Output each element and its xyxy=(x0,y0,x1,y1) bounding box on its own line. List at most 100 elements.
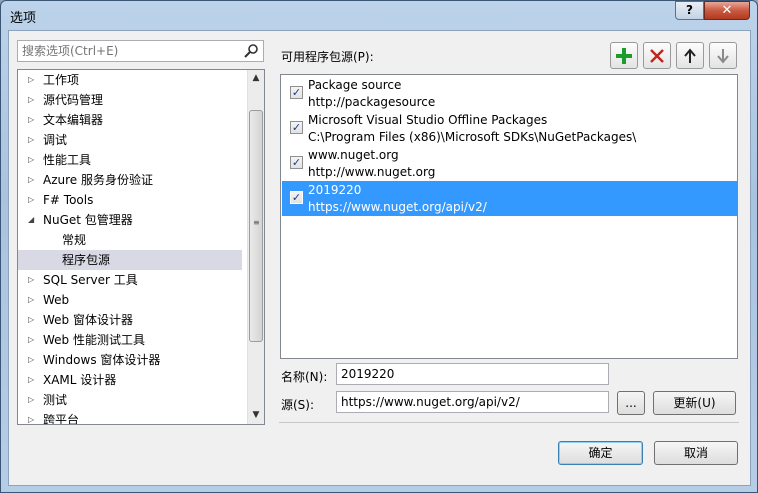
name-field-box[interactable] xyxy=(336,363,609,385)
title-bar[interactable]: 选项 ? ✕ xyxy=(1,1,757,29)
plus-icon xyxy=(616,48,632,64)
sources-heading: 可用程序包源(P): xyxy=(281,50,374,64)
sources-list: ✓ Package source http://packagesource ✓ Micr… xyxy=(280,74,738,359)
ok-button[interactable]: 确定 xyxy=(558,441,643,465)
source-field[interactable] xyxy=(337,392,608,412)
tree-item[interactable]: ▷ SQL Server 工具 xyxy=(18,270,242,290)
tree-item[interactable]: ◢ NuGet 包管理器 xyxy=(18,210,242,230)
tree-item-label: 性能工具 xyxy=(43,153,92,167)
update-button[interactable]: 更新(U) xyxy=(653,391,736,415)
arrow-down-icon xyxy=(717,49,729,64)
source-field-box[interactable] xyxy=(336,391,609,413)
browse-button[interactable]: ... xyxy=(617,391,645,415)
tree-item-label: 调试 xyxy=(43,133,68,147)
arrow-up-icon xyxy=(684,48,696,63)
tree-item[interactable]: ▷ 测试 xyxy=(18,390,242,410)
collapsed-arrow-icon[interactable]: ▷ xyxy=(28,330,34,350)
tree-item-label: NuGet 包管理器 xyxy=(43,213,133,227)
expanded-arrow-icon[interactable]: ◢ xyxy=(28,210,34,230)
tree-item[interactable]: ▷ XAML 设计器 xyxy=(18,370,242,390)
help-button[interactable]: ? xyxy=(675,1,704,20)
tree-item[interactable]: ▷ 文本编辑器 xyxy=(18,110,242,130)
tree-item-label: 工作项 xyxy=(43,73,80,87)
remove-source-button[interactable] xyxy=(643,42,671,69)
grip-icon: ≡ xyxy=(253,218,260,227)
tree-item-label: 跨平台 xyxy=(43,413,80,425)
collapsed-arrow-icon[interactable]: ▷ xyxy=(28,390,34,410)
source-checkbox[interactable]: ✓ xyxy=(290,156,303,169)
tree-item[interactable]: ▷ 跨平台 xyxy=(18,410,242,425)
collapsed-arrow-icon[interactable]: ▷ xyxy=(28,310,34,330)
collapsed-arrow-icon[interactable]: ▷ xyxy=(28,410,34,424)
tree-item-label: 源代码管理 xyxy=(43,93,104,107)
collapsed-arrow-icon[interactable]: ▷ xyxy=(28,70,34,90)
collapsed-arrow-icon[interactable]: ▷ xyxy=(28,190,34,210)
tree-item[interactable]: 常规 xyxy=(18,230,242,250)
tree-item[interactable]: ▷ Web 性能测试工具 xyxy=(18,330,242,350)
collapsed-arrow-icon[interactable]: ▷ xyxy=(28,150,34,170)
collapsed-arrow-icon[interactable]: ▷ xyxy=(28,370,34,390)
scroll-down-icon[interactable]: ▼ xyxy=(248,407,264,424)
dialog-client: ▷ 工作项 ▷ 源代码管理 ▷ 文本编辑器 ▷ 调试 ▷ 性能工具 ▷ Azure 服务身份验证 ▷ F#… xyxy=(8,30,751,486)
tree-item[interactable]: ▷ 源代码管理 xyxy=(18,90,242,110)
tree-item-label: Web 性能测试工具 xyxy=(43,333,145,347)
tree-item-label: 测试 xyxy=(43,393,68,407)
collapsed-arrow-icon[interactable]: ▷ xyxy=(28,270,34,290)
tree-item[interactable]: ▷ 工作项 xyxy=(18,70,242,90)
collapsed-arrow-icon[interactable]: ▷ xyxy=(28,290,34,310)
x-icon xyxy=(650,49,664,63)
window-title: 选项 xyxy=(10,11,37,26)
source-checkbox[interactable]: ✓ xyxy=(290,121,303,134)
tree-item-label: XAML 设计器 xyxy=(43,373,117,387)
tree-item-label: 常规 xyxy=(62,233,87,247)
tree-item[interactable]: ▷ Azure 服务身份验证 xyxy=(18,170,242,190)
search-icon[interactable] xyxy=(243,43,259,59)
close-button[interactable]: ✕ xyxy=(704,1,750,20)
options-tree: ▷ 工作项 ▷ 源代码管理 ▷ 文本编辑器 ▷ 调试 ▷ 性能工具 ▷ Azure 服务身份验证 ▷ F#… xyxy=(17,69,265,425)
tree-item[interactable]: ▷ Web 窗体设计器 xyxy=(18,310,242,330)
source-row[interactable]: ✓ 2019220 https://www.nuget.org/api/v2/ xyxy=(282,181,737,216)
search-box[interactable] xyxy=(17,40,264,62)
tree-item[interactable]: 程序包源 xyxy=(18,250,242,270)
separator xyxy=(279,422,739,423)
tree-scrollbar[interactable]: ▲ ≡ ▼ xyxy=(247,70,264,424)
source-name: Package source xyxy=(308,78,402,92)
tree-item[interactable]: ▷ 性能工具 xyxy=(18,150,242,170)
source-label: 源(S): xyxy=(281,398,315,412)
tree-item[interactable]: ▷ Web xyxy=(18,290,242,310)
name-field[interactable] xyxy=(337,364,608,384)
tree-item[interactable]: ▷ Windows 窗体设计器 xyxy=(18,350,242,370)
source-name: Microsoft Visual Studio Offline Packages xyxy=(308,113,548,127)
tree-item-label: Windows 窗体设计器 xyxy=(43,353,161,367)
tree-item-label: Web xyxy=(43,293,70,307)
source-row[interactable]: ✓ Microsoft Visual Studio Offline Package… xyxy=(282,111,737,146)
source-name: 2019220 xyxy=(308,183,362,197)
scroll-thumb[interactable]: ≡ xyxy=(249,110,263,342)
tree-item-label: Azure 服务身份验证 xyxy=(43,173,153,187)
source-row[interactable]: ✓ Package source http://packagesource xyxy=(282,76,737,111)
collapsed-arrow-icon[interactable]: ▷ xyxy=(28,350,34,370)
source-url: https://www.nuget.org/api/v2/ xyxy=(308,200,487,214)
tree-item-label: Web 窗体设计器 xyxy=(43,313,133,327)
collapsed-arrow-icon[interactable]: ▷ xyxy=(28,90,34,110)
collapsed-arrow-icon[interactable]: ▷ xyxy=(28,110,34,130)
tree-item[interactable]: ▷ 调试 xyxy=(18,130,242,150)
tree-item[interactable]: ▷ F# Tools xyxy=(18,190,242,210)
source-url: C:\Program Files (x86)\Microsoft SDKs\Nu… xyxy=(308,130,637,144)
source-checkbox[interactable]: ✓ xyxy=(290,86,303,99)
move-down-button[interactable] xyxy=(709,42,737,69)
scroll-up-icon[interactable]: ▲ xyxy=(248,70,264,87)
tree-item-label: 程序包源 xyxy=(62,253,111,267)
source-checkbox[interactable]: ✓ xyxy=(290,191,303,204)
source-url: http://www.nuget.org xyxy=(308,165,436,179)
add-source-button[interactable] xyxy=(610,42,638,69)
cancel-button[interactable]: 取消 xyxy=(654,441,738,465)
source-name: www.nuget.org xyxy=(308,148,399,162)
collapsed-arrow-icon[interactable]: ▷ xyxy=(28,170,34,190)
move-up-button[interactable] xyxy=(676,42,704,69)
source-row[interactable]: ✓ www.nuget.org http://www.nuget.org xyxy=(282,146,737,181)
collapsed-arrow-icon[interactable]: ▷ xyxy=(28,130,34,150)
tree-item-label: F# Tools xyxy=(43,193,94,207)
search-input[interactable] xyxy=(18,41,238,61)
tree-item-label: 文本编辑器 xyxy=(43,113,104,127)
